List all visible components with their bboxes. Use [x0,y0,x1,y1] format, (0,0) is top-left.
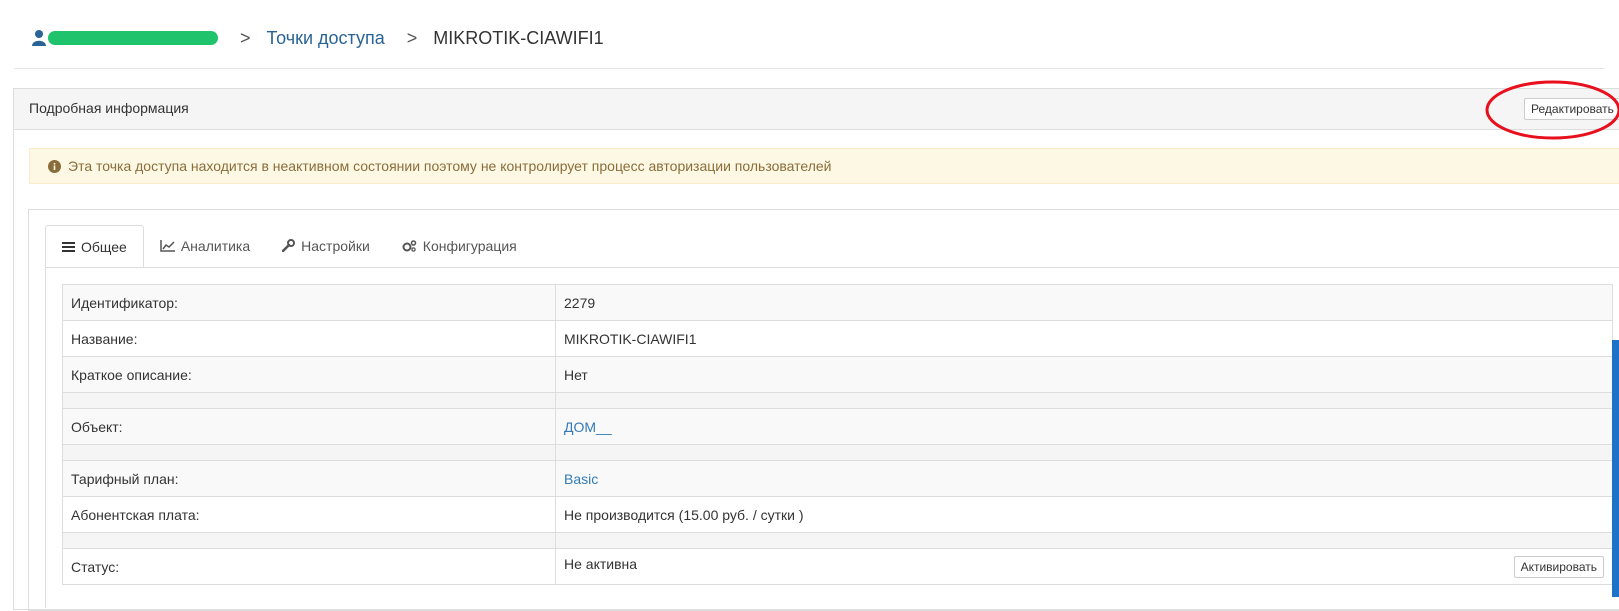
table-row: Название: MIKROTIK-CIAWIFI1 [62,320,1613,357]
row-label: Абонентская плата: [62,496,556,533]
status-value: Не активна [564,555,638,572]
wrench-icon [282,239,296,252]
tab-label: Аналитика [180,237,251,254]
table-row: Объект: ДОМ__ [62,408,1613,445]
divider [14,68,1605,69]
row-label: Статус: [62,548,556,585]
row-label: Название: [62,320,556,357]
tariff-link[interactable]: Basic [564,471,598,487]
tab-general[interactable]: Общее [45,225,144,268]
tab-bar: Общее Аналитика Настройки Конфигурация [45,225,533,268]
table-row: Статус: Не активна Активировать [62,548,1613,585]
row-value: MIKROTIK-CIAWIFI1 [555,320,1613,357]
tabs-panel: Общее Аналитика Настройки Конфигурация И… [28,209,1619,611]
info-circle-icon [48,159,61,173]
table-row: Абонентская плата: Не производится (15.0… [62,496,1613,533]
tab-label: Конфигурация [422,237,517,254]
activate-button[interactable]: Активировать [1513,555,1604,578]
edit-button[interactable]: Редактировать [1524,98,1619,120]
panel-title: Подробная информация [29,100,189,116]
details-table: Идентификатор: 2279 Название: MIKROTIK-C… [62,284,1613,585]
inactive-warning-alert: Эта точка доступа находится в неактивном… [29,148,1619,184]
tab-label: Общее [81,238,127,255]
row-value: Basic [555,460,1613,497]
breadcrumb-separator: > [240,27,251,48]
table-row: Идентификатор: 2279 [62,284,1613,321]
alert-text: Эта точка доступа находится в неактивном… [68,158,832,174]
row-value: Не активна Активировать [555,548,1613,585]
object-link[interactable]: ДОМ__ [564,419,612,435]
row-value: Не производится (15.00 руб. / сутки ) [555,496,1613,533]
table-spacer [62,444,1613,461]
user-icon [32,29,46,47]
table-spacer [62,392,1613,409]
tab-label: Настройки [301,237,370,254]
breadcrumb-separator: > [406,27,418,48]
cogs-icon [402,239,417,252]
row-value: Нет [555,356,1613,393]
breadcrumb: > Точки доступа > MIKROTIK-CIAWIFI1 [32,24,604,52]
panel-heading: Подробная информация Редактировать [14,89,1619,130]
row-label: Объект: [62,408,556,445]
tab-content-general: Идентификатор: 2279 Название: MIKROTIK-C… [45,267,1619,608]
row-label: Краткое описание: [62,356,556,393]
table-row: Тарифный план: Basic [62,460,1613,497]
table-row: Краткое описание: Нет [62,356,1613,393]
breadcrumb-current: MIKROTIK-CIAWIFI1 [433,27,604,48]
row-value: 2279 [555,284,1613,321]
tab-configuration[interactable]: Конфигурация [386,225,533,266]
redacted-org-name[interactable] [48,31,218,45]
table-spacer [62,532,1613,549]
tab-settings[interactable]: Настройки [266,225,386,266]
row-value: ДОМ__ [555,408,1613,445]
row-label: Идентификатор: [62,284,556,321]
tab-analytics[interactable]: Аналитика [144,225,266,266]
breadcrumb-access-points-link[interactable]: Точки доступа [267,28,385,49]
list-icon [62,241,75,252]
line-chart-icon [160,239,175,252]
row-label: Тарифный план: [62,460,556,497]
scrollbar[interactable] [1612,340,1619,597]
